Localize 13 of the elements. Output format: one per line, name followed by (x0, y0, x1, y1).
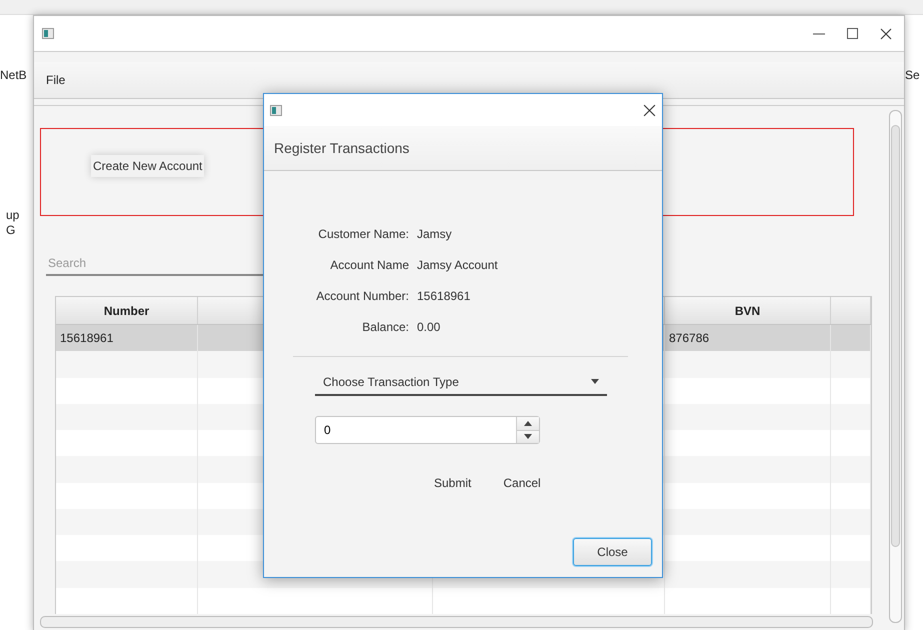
background-text: G (6, 224, 16, 236)
detail-label: Customer Name: (317, 227, 409, 241)
detail-label: Account Name (329, 258, 409, 272)
background-text: NetB (0, 69, 27, 81)
detail-label: Balance: (361, 320, 409, 334)
detail-value: Jamsy (417, 227, 453, 241)
dialog-header: Register Transactions (264, 126, 662, 171)
detail-value: 0.00 (417, 320, 442, 334)
detail-value: Jamsy Account (417, 258, 499, 272)
detail-label: Account Number: (315, 289, 409, 303)
background-text: up (6, 209, 20, 221)
detail-value: 15618961 (417, 289, 472, 303)
background-text: Se (905, 69, 920, 81)
